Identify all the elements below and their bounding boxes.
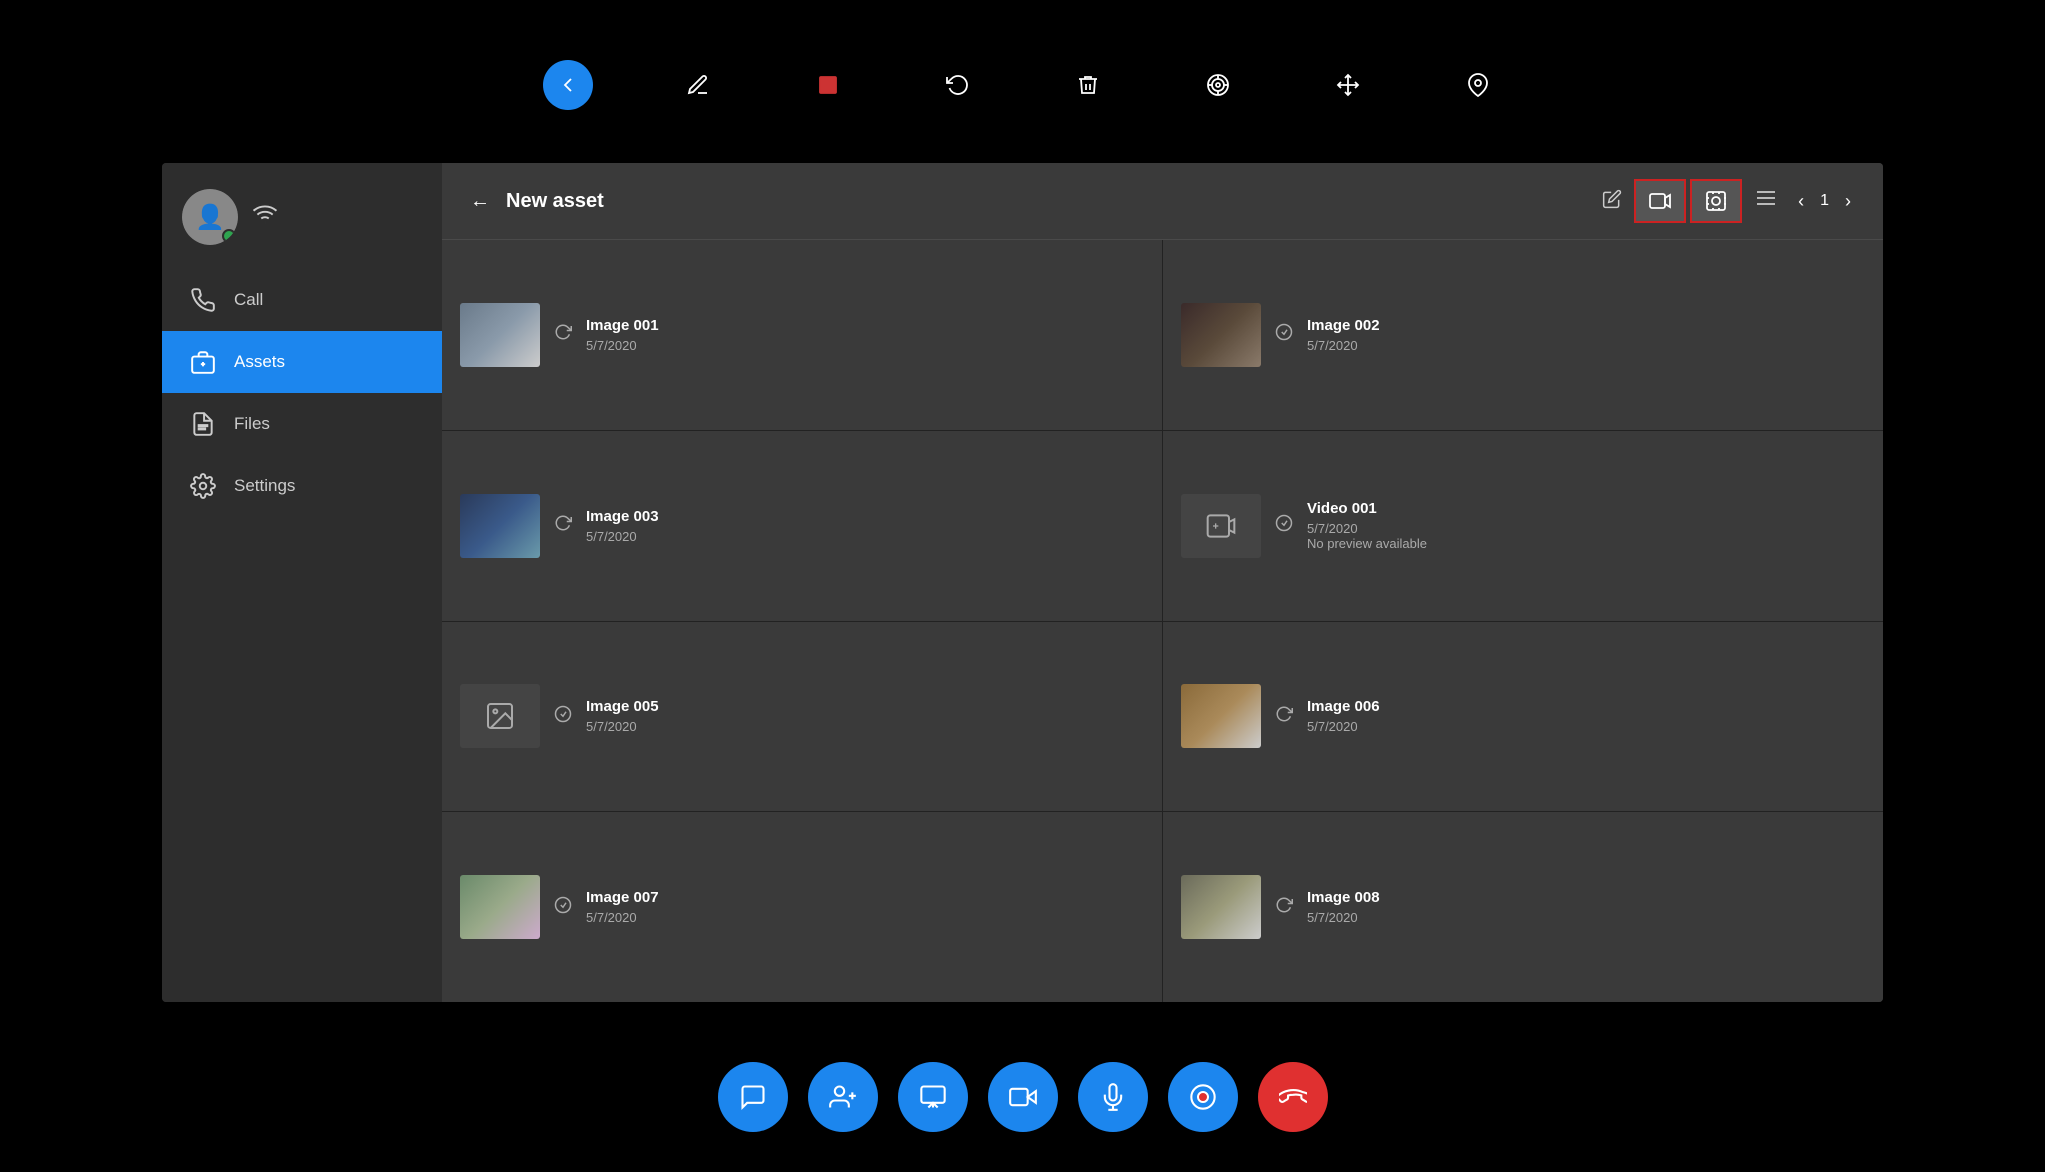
page-prev-button[interactable]: ‹ — [1790, 187, 1812, 216]
asset-thumbnail-img002 — [1181, 303, 1261, 367]
record-button[interactable] — [1168, 1062, 1238, 1132]
asset-status-img002 — [1275, 323, 1293, 346]
add-person-button[interactable] — [808, 1062, 878, 1132]
asset-thumbnail-img003 — [460, 494, 540, 558]
assets-grid: Image 001 5/7/2020 Image 002 5/7/20 — [442, 240, 1883, 1002]
asset-name-vid001: Video 001 — [1307, 500, 1865, 517]
asset-name-img003: Image 003 — [586, 508, 1144, 525]
content-header: ← New asset — [442, 163, 1883, 240]
files-label: Files — [234, 414, 270, 434]
settings-icon — [190, 473, 216, 499]
asset-item-img006[interactable]: Image 006 5/7/2020 — [1163, 622, 1883, 812]
asset-item-img007[interactable]: Image 007 5/7/2020 — [442, 812, 1162, 1002]
asset-info-img006: Image 006 5/7/2020 — [1307, 698, 1865, 734]
asset-info-img001: Image 001 5/7/2020 — [586, 317, 1144, 353]
sidebar-item-assets[interactable]: Assets — [162, 331, 442, 393]
asset-status-img001 — [554, 323, 572, 346]
asset-status-img003 — [554, 514, 572, 537]
page-number: 1 — [1820, 192, 1829, 210]
settings-label: Settings — [234, 476, 295, 496]
asset-status-img006 — [1275, 705, 1293, 728]
asset-date-img007: 5/7/2020 — [586, 910, 1144, 925]
asset-name-img006: Image 006 — [1307, 698, 1865, 715]
asset-item-vid001[interactable]: Video 001 5/7/2020 No preview available — [1163, 431, 1883, 621]
asset-date-img001: 5/7/2020 — [586, 338, 1144, 353]
user-avatar-area: 👤 — [162, 173, 442, 269]
asset-thumbnail-img006 — [1181, 684, 1261, 748]
files-icon — [190, 411, 216, 437]
content-area: ← New asset — [442, 163, 1883, 1002]
asset-item-img001[interactable]: Image 001 5/7/2020 — [442, 240, 1162, 430]
screenshot-view-button[interactable] — [1690, 179, 1742, 223]
page-next-button[interactable]: › — [1837, 187, 1859, 216]
sidebar: 👤 Call — [162, 163, 442, 1002]
call-icon — [190, 287, 216, 313]
avatar: 👤 — [182, 189, 238, 245]
asset-name-img008: Image 008 — [1307, 889, 1865, 906]
asset-name-img002: Image 002 — [1307, 317, 1865, 334]
sidebar-item-call[interactable]: Call — [162, 269, 442, 331]
asset-status-img005 — [554, 705, 572, 728]
asset-item-img003[interactable]: Image 003 5/7/2020 — [442, 431, 1162, 621]
delete-button[interactable] — [1063, 60, 1113, 110]
top-toolbar — [0, 60, 2045, 110]
asset-info-img005: Image 005 5/7/2020 — [586, 698, 1144, 734]
asset-info-img003: Image 003 5/7/2020 — [586, 508, 1144, 544]
assets-icon — [190, 349, 216, 375]
move-button[interactable] — [1323, 60, 1373, 110]
asset-info-img008: Image 008 5/7/2020 — [1307, 889, 1865, 925]
online-indicator — [222, 229, 236, 243]
asset-info-img002: Image 002 5/7/2020 — [1307, 317, 1865, 353]
video-view-button[interactable] — [1634, 179, 1686, 223]
page-title: New asset — [506, 190, 1590, 213]
asset-thumbnail-img008 — [1181, 875, 1261, 939]
asset-date-img003: 5/7/2020 — [586, 529, 1144, 544]
assets-label: Assets — [234, 352, 285, 372]
mic-button[interactable] — [1078, 1062, 1148, 1132]
draw-button[interactable] — [673, 60, 723, 110]
asset-date-vid001: 5/7/2020 — [1307, 521, 1865, 536]
back-button[interactable]: ← — [466, 186, 494, 217]
asset-info-img007: Image 007 5/7/2020 — [586, 889, 1144, 925]
asset-thumbnail-vid001 — [1181, 494, 1261, 558]
video-call-button[interactable] — [988, 1062, 1058, 1132]
view-controls: ‹ 1 › — [1634, 179, 1859, 223]
asset-date-img008: 5/7/2020 — [1307, 910, 1865, 925]
asset-date-img002: 5/7/2020 — [1307, 338, 1865, 353]
asset-name-img007: Image 007 — [586, 889, 1144, 906]
asset-info-vid001: Video 001 5/7/2020 No preview available — [1307, 500, 1865, 551]
connection-icon — [252, 201, 278, 233]
asset-thumbnail-img007 — [460, 875, 540, 939]
asset-item-img008[interactable]: Image 008 5/7/2020 — [1163, 812, 1883, 1002]
main-window: 👤 Call — [162, 163, 1883, 1002]
asset-item-img002[interactable]: Image 002 5/7/2020 — [1163, 240, 1883, 430]
pointer-back-button[interactable] — [543, 60, 593, 110]
pin-button[interactable] — [1453, 60, 1503, 110]
asset-name-img005: Image 005 — [586, 698, 1144, 715]
sidebar-item-settings[interactable]: Settings — [162, 455, 442, 517]
asset-status-img008 — [1275, 896, 1293, 919]
sidebar-navigation: Call Assets Files — [162, 269, 442, 1002]
end-call-button[interactable] — [1258, 1062, 1328, 1132]
asset-date-img005: 5/7/2020 — [586, 719, 1144, 734]
call-label: Call — [234, 290, 263, 310]
asset-thumbnail-img005 — [460, 684, 540, 748]
share-screen-button[interactable] — [898, 1062, 968, 1132]
bottom-toolbar — [0, 1062, 2045, 1132]
target-button[interactable] — [1193, 60, 1243, 110]
asset-item-img005[interactable]: Image 005 5/7/2020 — [442, 622, 1162, 812]
chat-button[interactable] — [718, 1062, 788, 1132]
list-view-button[interactable] — [1746, 182, 1786, 220]
asset-preview-vid001: No preview available — [1307, 536, 1865, 551]
edit-title-button[interactable] — [1602, 189, 1622, 214]
asset-date-img006: 5/7/2020 — [1307, 719, 1865, 734]
stop-button[interactable] — [803, 60, 853, 110]
pagination: ‹ 1 › — [1790, 187, 1859, 216]
asset-name-img001: Image 001 — [586, 317, 1144, 334]
asset-status-vid001 — [1275, 514, 1293, 537]
asset-status-img007 — [554, 896, 572, 919]
asset-thumbnail-img001 — [460, 303, 540, 367]
undo-button[interactable] — [933, 60, 983, 110]
sidebar-item-files[interactable]: Files — [162, 393, 442, 455]
